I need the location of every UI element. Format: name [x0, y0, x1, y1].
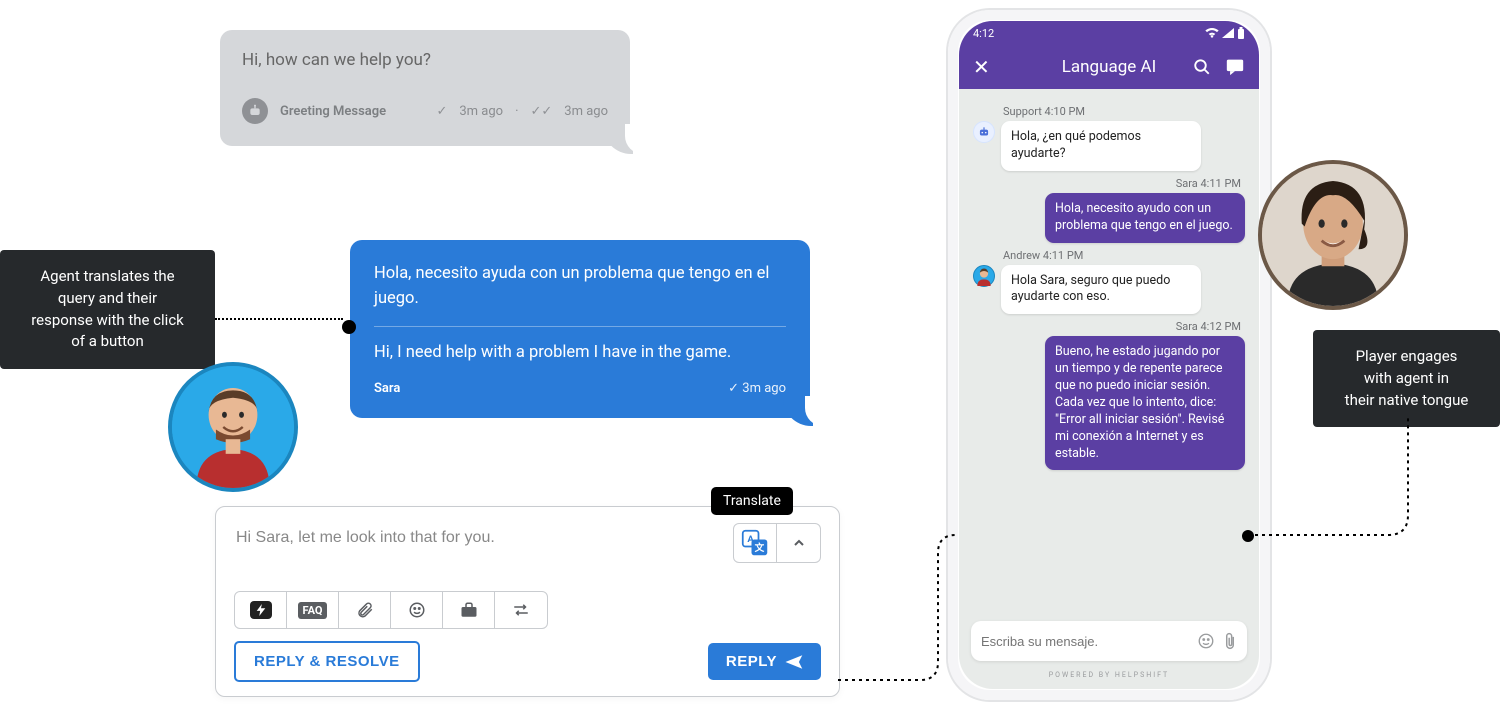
customer-msg-time: 3m ago [742, 381, 786, 396]
connector-dot [342, 320, 356, 334]
customer-msg-translated: Hi, I need help with a problem I have in… [374, 341, 786, 366]
bolt-icon [256, 604, 266, 616]
msg-meta: Sara 4:11 PM [973, 177, 1245, 190]
send-icon [785, 654, 803, 670]
greeting-time-a: 3m ago [459, 104, 503, 119]
connector-line [215, 318, 343, 320]
agent-panel: Hi, how can we help you? Greeting Messag… [0, 0, 960, 720]
powered-by: POWERED BY HELPSHIFT [959, 667, 1259, 689]
customer-name: Sara [374, 381, 400, 396]
greeting-time-b: 3m ago [564, 104, 608, 119]
smile-icon[interactable] [1197, 632, 1215, 650]
agent-avatar-small [973, 265, 995, 287]
wifi-icon [1205, 28, 1219, 38]
check-icon: ✓ [728, 381, 742, 396]
battery-icon [1237, 27, 1245, 39]
doublecheck-icon: ✓✓ [530, 104, 552, 119]
agent-avatar [168, 362, 298, 492]
chevron-up-icon [793, 537, 805, 549]
player-message-long: Bueno, he estado jugando por un tiempo y… [1045, 336, 1245, 470]
signal-icon [1222, 28, 1234, 38]
paperclip-icon[interactable] [1223, 632, 1237, 650]
app-bar: ✕ Language AI [959, 45, 1259, 89]
emoji-button[interactable] [391, 592, 443, 628]
status-bar: 4:12 [959, 21, 1259, 45]
agent-message: Hola Sara, seguro que puedo ayudarte con… [1001, 265, 1201, 315]
reply-input[interactable] [234, 523, 723, 553]
chat-body: Support 4:10 PM Hola, ¿en qué podemos ay… [959, 89, 1259, 621]
phone-mockup: 4:12 ✕ Language AI Support 4:10 PM Hola,… [948, 10, 1270, 700]
smile-icon [408, 601, 426, 619]
msg-meta: Sara 4:12 PM [973, 320, 1245, 333]
customer-bubble: Hola, necesito ayuda con un problema que… [350, 240, 810, 418]
translate-tooltip: Translate [711, 487, 793, 515]
faq-button[interactable]: FAQ [287, 592, 339, 628]
translate-button[interactable]: A 文 [733, 523, 777, 563]
msg-meta: Support 4:10 PM [973, 105, 1245, 118]
connector-dot [1242, 530, 1254, 542]
bot-avatar-icon [973, 121, 995, 143]
clock: 4:12 [973, 27, 994, 40]
attach-button[interactable] [339, 592, 391, 628]
msg-meta: Andrew 4:11 PM [973, 249, 1245, 262]
svg-text:文: 文 [754, 542, 765, 554]
compose-toolbar: FAQ [234, 591, 548, 629]
phone-compose[interactable] [971, 621, 1247, 661]
swap-button[interactable] [495, 592, 547, 628]
quick-action-button[interactable] [235, 592, 287, 628]
annotation-agent: Agent translates the query and their res… [0, 250, 215, 369]
phone-input[interactable] [981, 634, 1197, 649]
check-icon: ✓ [436, 104, 447, 119]
swap-icon [512, 602, 530, 618]
compose-box: Translate A 文 FAQ [215, 506, 840, 697]
folder-button[interactable] [443, 592, 495, 628]
paperclip-icon [356, 601, 374, 619]
close-button[interactable]: ✕ [973, 55, 990, 79]
translate-dropdown[interactable] [777, 523, 821, 563]
greeting-text: Hi, how can we help you? [242, 50, 608, 70]
support-message: Hola, ¿en qué podemos ayudarte? [1001, 121, 1201, 171]
bot-icon [242, 98, 268, 124]
reply-button[interactable]: REPLY [708, 643, 821, 680]
greeting-label: Greeting Message [280, 104, 386, 119]
player-message: Hola, necesito ayudo con un problema que… [1045, 193, 1245, 243]
annotation-player: Player engages with agent in their nativ… [1313, 330, 1500, 427]
player-avatar [1258, 160, 1408, 310]
reply-resolve-button[interactable]: REPLY & RESOLVE [234, 641, 420, 682]
search-icon[interactable] [1193, 58, 1211, 76]
customer-msg-original: Hola, necesito ayuda con un problema que… [374, 262, 786, 312]
briefcase-icon [460, 602, 478, 618]
chat-icon[interactable] [1225, 58, 1245, 76]
connector-line [1248, 415, 1428, 545]
greeting-bubble: Hi, how can we help you? Greeting Messag… [220, 30, 630, 146]
